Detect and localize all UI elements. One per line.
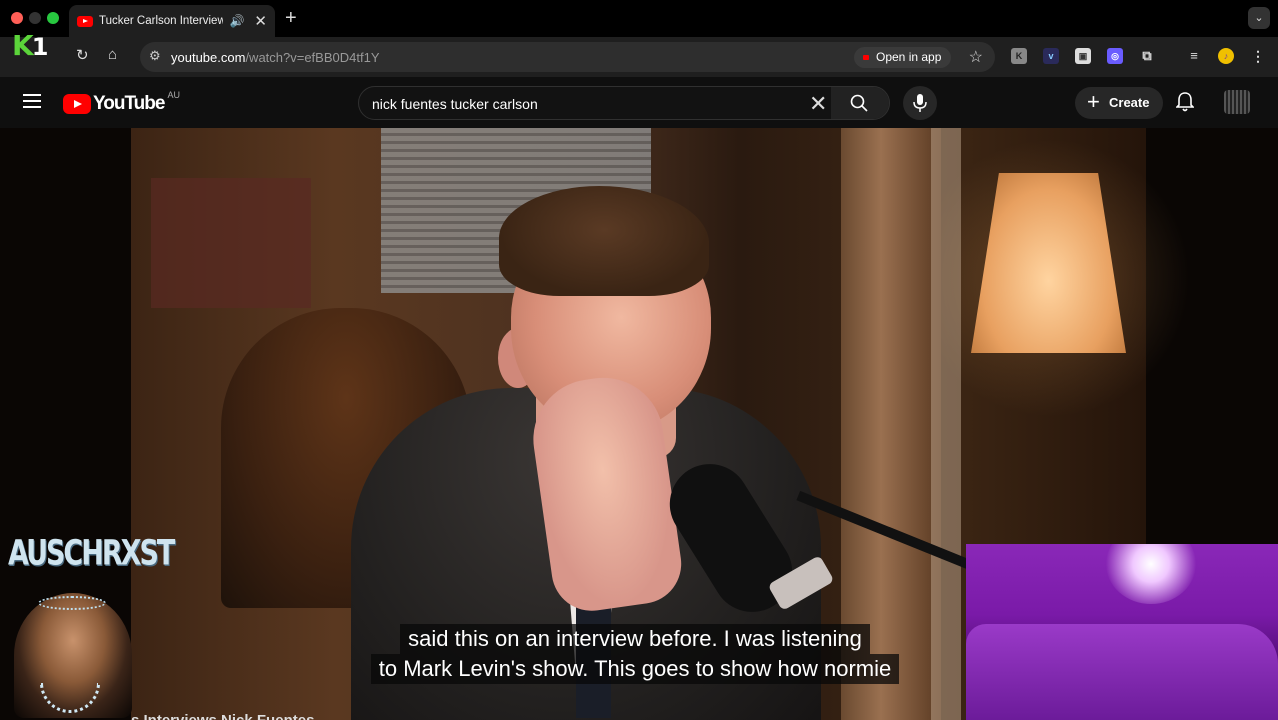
- extensions-puzzle-icon[interactable]: ⧉: [1139, 48, 1155, 64]
- youtube-wordmark: YouTube: [93, 93, 165, 114]
- youtube-logo[interactable]: YouTube AU: [63, 90, 180, 115]
- open-in-app-button[interactable]: Open in app: [854, 47, 952, 68]
- url-text: youtube.com/watch?v=efBB0D4tf1Y: [171, 50, 380, 65]
- search-icon: [850, 94, 868, 112]
- new-tab-icon[interactable]: +: [285, 7, 297, 30]
- k1-stream-logo: K1: [12, 29, 49, 62]
- microphone-icon: [913, 94, 927, 112]
- minimize-window-button[interactable]: [29, 12, 41, 24]
- youtube-header: YouTube AU nick fuentes tucker carlson ✕…: [0, 77, 1278, 128]
- home-icon[interactable]: ⌂: [108, 46, 117, 63]
- browser-toolbar: ↻ ⌂ ⚙ youtube.com/watch?v=efBB0D4tf1Y Op…: [0, 37, 1278, 77]
- search-box[interactable]: nick fuentes tucker carlson ✕: [358, 86, 890, 120]
- speaker-icon[interactable]: 🔊: [229, 14, 244, 28]
- hamburger-menu-icon[interactable]: [23, 94, 41, 112]
- extension-icon[interactable]: K: [1011, 48, 1027, 64]
- region-code: AU: [167, 90, 180, 100]
- site-info-icon[interactable]: ⚙: [149, 48, 161, 64]
- reload-icon[interactable]: ↻: [76, 46, 89, 64]
- close-tab-icon[interactable]: ✕: [254, 12, 267, 30]
- close-window-button[interactable]: [11, 12, 23, 24]
- tab-search-icon[interactable]: ⌄: [1248, 7, 1270, 29]
- video-title: s Interviews Nick Fuentes: [131, 712, 314, 720]
- address-bar[interactable]: ⚙ youtube.com/watch?v=efBB0D4tf1Y Open i…: [140, 42, 995, 72]
- k1-logo-one: 1: [31, 33, 49, 61]
- maximize-window-button[interactable]: [47, 12, 59, 24]
- voice-search-button[interactable]: [903, 86, 937, 120]
- stream-overlay-text: AUSCHRXST: [8, 533, 175, 574]
- youtube-favicon-icon: [77, 15, 93, 27]
- search-button[interactable]: [831, 87, 889, 119]
- crown-icon: [38, 596, 106, 610]
- subtitle-line-2: to Mark Levin's show. This goes to show …: [370, 654, 900, 684]
- active-tab[interactable]: Tucker Carlson Interviews Nick Fuentes 🔊…: [69, 5, 275, 37]
- url-host: youtube.com: [171, 50, 246, 65]
- extension-icon[interactable]: v: [1043, 48, 1059, 64]
- reading-list-icon[interactable]: ≡: [1186, 48, 1202, 64]
- extension-icon[interactable]: ◎: [1107, 48, 1123, 64]
- subtitle-line-1: said this on an interview before. I was …: [400, 624, 870, 654]
- streamer-webcam: [966, 544, 1278, 720]
- subtitle-box: said this on an interview before. I was …: [330, 624, 940, 684]
- browser-menu-icon[interactable]: ⋮: [1250, 48, 1266, 64]
- tab-strip: Tucker Carlson Interviews Nick Fuentes 🔊…: [0, 0, 1278, 37]
- bookmark-star-icon[interactable]: ☆: [969, 47, 983, 67]
- youtube-play-icon: [63, 94, 91, 114]
- create-button[interactable]: Create: [1075, 86, 1164, 119]
- video-player[interactable]: said this on an interview before. I was …: [0, 128, 1278, 720]
- url-path: /watch?v=efBB0D4tf1Y: [245, 50, 380, 65]
- extension-icon[interactable]: ▣: [1075, 48, 1091, 64]
- k1-logo-k: K: [12, 29, 34, 62]
- account-avatar[interactable]: [1224, 90, 1250, 114]
- clear-search-icon[interactable]: ✕: [809, 91, 827, 117]
- notifications-bell-icon[interactable]: [1176, 92, 1194, 112]
- tab-title: Tucker Carlson Interviews Nick Fuentes: [99, 15, 224, 27]
- search-input[interactable]: nick fuentes tucker carlson: [372, 96, 538, 112]
- profile-avatar-icon[interactable]: ♪: [1218, 48, 1234, 64]
